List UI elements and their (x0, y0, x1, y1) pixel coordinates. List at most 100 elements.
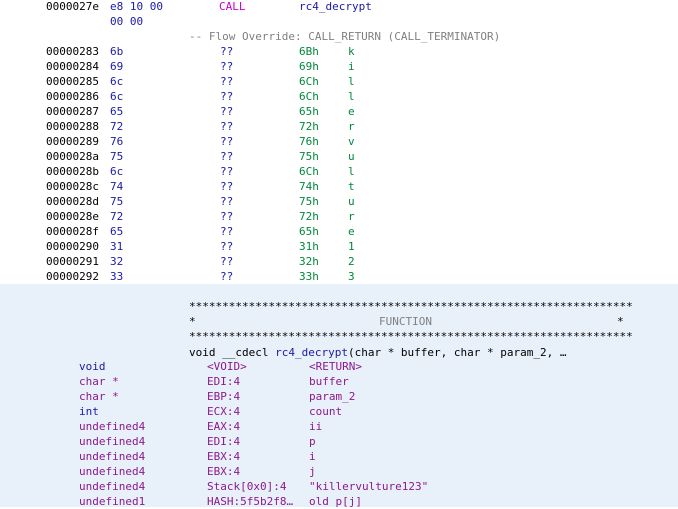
row-address[interactable]: 00000286 (46, 89, 99, 104)
row-undefined-mnemonic[interactable]: ?? (220, 119, 233, 134)
row-byte[interactable]: 6c (110, 164, 123, 179)
row-hex-value[interactable]: 32h (299, 254, 319, 269)
row-char-value: r (348, 210, 355, 223)
row-hex-value[interactable]: 6Ch (299, 89, 319, 104)
row-hex-value[interactable]: 74h (299, 179, 319, 194)
row-byte[interactable]: 75 (110, 194, 123, 209)
row-address[interactable]: 00000292 (46, 269, 99, 284)
param-type[interactable]: undefined4 (79, 434, 145, 449)
row-undefined-mnemonic[interactable]: ?? (220, 254, 233, 269)
row-undefined-mnemonic[interactable]: ?? (220, 239, 233, 254)
call-operand[interactable]: rc4_decrypt (299, 0, 372, 14)
param-name[interactable]: ii (309, 419, 322, 434)
param-name[interactable]: j (309, 464, 316, 479)
row-address[interactable]: 00000289 (46, 134, 99, 149)
row-hex-value[interactable]: 72h (299, 119, 319, 134)
row-hex-value[interactable]: 75h (299, 149, 319, 164)
param-name[interactable]: "killervulture123" (309, 479, 428, 494)
row-hex-value[interactable]: 65h (299, 104, 319, 119)
param-name[interactable]: param_2 (309, 389, 355, 404)
row-byte[interactable]: 32 (110, 254, 123, 269)
param-name[interactable]: p (309, 434, 316, 449)
row-address[interactable]: 00000290 (46, 239, 99, 254)
param-type[interactable]: char * (79, 389, 119, 404)
row-undefined-mnemonic[interactable]: ?? (220, 89, 233, 104)
row-undefined-mnemonic[interactable]: ?? (220, 104, 233, 119)
row-hex-value[interactable]: 75h (299, 194, 319, 209)
row-address[interactable]: 00000291 (46, 254, 99, 269)
row-hex-value[interactable]: 65h (299, 224, 319, 239)
param-type[interactable]: char * (79, 374, 119, 389)
param-type[interactable]: undefined4 (79, 464, 145, 479)
row-undefined-mnemonic[interactable]: ?? (220, 74, 233, 89)
param-storage: Stack[0x0]:4 (207, 480, 287, 493)
row-byte[interactable]: 72 (110, 209, 123, 224)
row-byte[interactable]: 74 (110, 179, 123, 194)
param-type[interactable]: int (79, 404, 99, 419)
row-undefined-mnemonic[interactable]: ?? (220, 59, 233, 74)
row-undefined-mnemonic[interactable]: ?? (220, 179, 233, 194)
row-hex-value[interactable]: 6Ch (299, 74, 319, 89)
param-name[interactable]: buffer (309, 374, 349, 389)
row-address[interactable]: 0000028e (46, 209, 99, 224)
row-address[interactable]: 00000288 (46, 119, 99, 134)
param-type[interactable]: undefined4 (79, 419, 145, 434)
signature-function-name[interactable]: rc4_decrypt (275, 346, 348, 359)
param-type[interactable]: undefined4 (79, 449, 145, 464)
row-char-value: v (348, 135, 355, 148)
row-address[interactable]: 0000028b (46, 164, 99, 179)
row-char-value: l (348, 165, 355, 178)
row-byte[interactable]: 65 (110, 104, 123, 119)
row-byte[interactable]: 6c (110, 74, 123, 89)
row-address[interactable]: 0000028f (46, 224, 99, 239)
param-storage: EBP:4 (207, 390, 241, 403)
call-bytes[interactable]: e8 10 00 (110, 0, 163, 14)
row-undefined-mnemonic[interactable]: ?? (220, 194, 233, 209)
row-undefined-mnemonic[interactable]: ?? (220, 44, 233, 59)
row-hex-value[interactable]: 72h (299, 209, 319, 224)
param-storage: EBX:4 (207, 465, 241, 478)
row-char-value: l (348, 75, 355, 88)
function-signature[interactable]: void __cdecl rc4_decrypt(char * buffer, … (189, 345, 567, 360)
row-undefined-mnemonic[interactable]: ?? (220, 224, 233, 239)
row-hex-value[interactable]: 31h (299, 239, 319, 254)
row-char-value: 3 (348, 270, 355, 283)
param-name[interactable]: count (309, 404, 342, 419)
param-name[interactable]: <RETURN> (309, 359, 362, 374)
row-address[interactable]: 0000028a (46, 149, 99, 164)
row-byte[interactable]: 76 (110, 134, 123, 149)
row-undefined-mnemonic[interactable]: ?? (220, 164, 233, 179)
row-address[interactable]: 0000028d (46, 194, 99, 209)
row-address[interactable]: 00000283 (46, 44, 99, 59)
row-hex-value[interactable]: 69h (299, 59, 319, 74)
row-hex-value[interactable]: 6Ch (299, 164, 319, 179)
row-undefined-mnemonic[interactable]: ?? (220, 209, 233, 224)
function-banner-right: * (617, 315, 624, 328)
row-address[interactable]: 00000285 (46, 74, 99, 89)
param-type[interactable]: undefined4 (79, 479, 145, 494)
row-char-value: e (348, 105, 355, 118)
row-undefined-mnemonic[interactable]: ?? (220, 149, 233, 164)
row-byte[interactable]: 6b (110, 44, 123, 59)
row-byte[interactable]: 75 (110, 149, 123, 164)
row-address[interactable]: 00000284 (46, 59, 99, 74)
call-bytes-cont[interactable]: 00 00 (110, 14, 143, 29)
row-undefined-mnemonic[interactable]: ?? (220, 269, 233, 284)
row-byte[interactable]: 6c (110, 89, 123, 104)
row-hex-value[interactable]: 76h (299, 134, 319, 149)
param-name[interactable]: i (309, 449, 316, 464)
call-address[interactable]: 0000027e (46, 0, 99, 14)
row-hex-value[interactable]: 6Bh (299, 44, 319, 59)
row-byte[interactable]: 33 (110, 269, 123, 284)
row-undefined-mnemonic[interactable]: ?? (220, 134, 233, 149)
row-byte[interactable]: 65 (110, 224, 123, 239)
row-byte[interactable]: 31 (110, 239, 123, 254)
param-type[interactable]: void (79, 359, 106, 374)
row-hex-value[interactable]: 33h (299, 269, 319, 284)
call-mnemonic[interactable]: CALL (219, 0, 246, 14)
flow-override-note: -- Flow Override: CALL_RETURN (CALL_TERM… (189, 30, 501, 43)
row-byte[interactable]: 72 (110, 119, 123, 134)
row-byte[interactable]: 69 (110, 59, 123, 74)
row-address[interactable]: 0000028c (46, 179, 99, 194)
row-address[interactable]: 00000287 (46, 104, 99, 119)
